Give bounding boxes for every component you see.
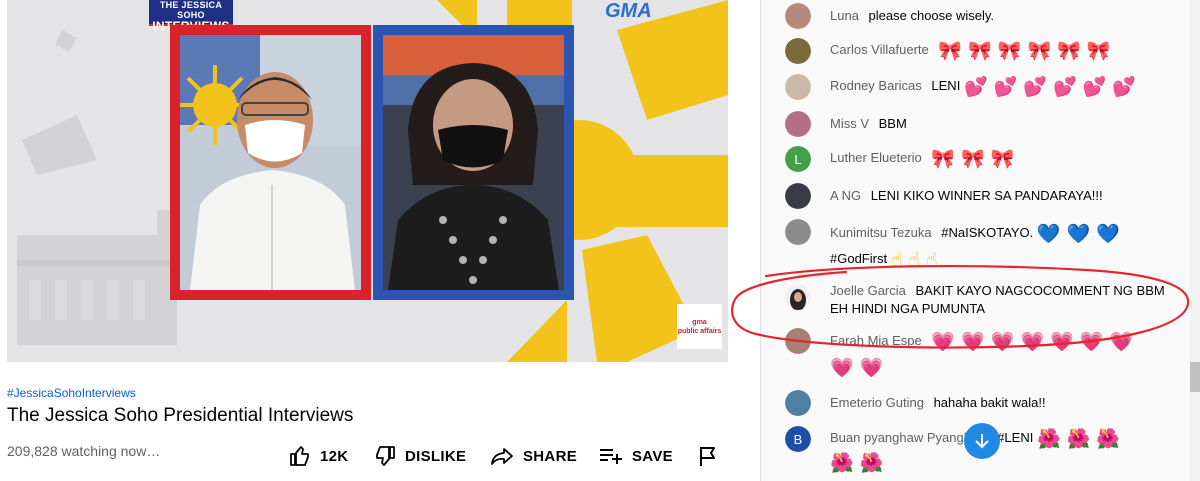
chat-message-text: Luna please choose wisely.	[830, 6, 1180, 26]
chat-message-text: Miss V BBM	[830, 114, 1180, 134]
youtube-live-page: THE JESSICA SOHO INTERVIEWS GMA	[0, 0, 1200, 481]
show-logo-line1: THE JESSICA SOHO	[159, 0, 223, 20]
chat-body: hahaha bakit wala!!	[933, 395, 1046, 410]
chat-body: #NaISKOTAYO.	[941, 225, 1034, 240]
chat-scrollbar-thumb[interactable]	[1190, 362, 1200, 392]
hibiscus-emoji: 🌺 🌺	[830, 451, 884, 474]
chat-message-text: Buan pyanghaw Pyanghaw #LENI 🌺 🌺 🌺 🌺 🌺	[830, 426, 1180, 474]
live-chat-panel[interactable]: Luna please choose wisely. Carlos Villaf…	[760, 0, 1200, 481]
svg-text:B: B	[794, 432, 803, 447]
chat-author[interactable]: Emeterio Guting	[830, 395, 924, 410]
dislike-label: DISLIKE	[405, 447, 467, 465]
thumbs-up-icon	[290, 446, 309, 466]
avatar[interactable]	[785, 390, 811, 416]
chat-message: Kunimitsu Tezuka #NaISKOTAYO. 💙 💙 💙 #God…	[761, 219, 1181, 270]
left-interviewee-image	[180, 35, 361, 290]
avatar[interactable]	[785, 219, 811, 245]
hibiscus-emoji: 🌺 🌺 🌺	[1036, 427, 1121, 450]
gma-logo: GMA	[605, 0, 652, 22]
avatar[interactable]	[785, 3, 811, 29]
chat-author[interactable]: Carlos Villafuerte	[830, 42, 929, 57]
avatar[interactable]	[785, 284, 811, 310]
left-interviewee-frame	[170, 25, 371, 300]
chat-message-text: Joelle Garcia BAKIT KAYO NAGCOCOMMENT NG…	[830, 282, 1180, 318]
right-interviewer-frame	[373, 25, 574, 300]
chat-message: Carlos Villafuerte 🎀 🎀 🎀 🎀 🎀 🎀	[761, 38, 1181, 64]
video-player[interactable]: THE JESSICA SOHO INTERVIEWS GMA	[7, 0, 728, 362]
chat-message-text: A NG LENI KIKO WINNER SA PANDARAYA!!!	[830, 186, 1180, 206]
chat-body: LENI	[931, 78, 961, 93]
chat-message: A NG LENI KIKO WINNER SA PANDARAYA!!!	[761, 183, 1181, 209]
avatar[interactable]	[785, 74, 811, 100]
ribbon-emoji: 🎀 🎀 🎀	[931, 147, 1015, 170]
share-label: SHARE	[523, 447, 578, 465]
chat-body: please choose wisely.	[868, 8, 995, 23]
pointing-up-emoji: ☝ ☝ ☝	[890, 248, 938, 271]
two-hearts-emoji: 💕 💕 💕 💕 💕 💕	[963, 75, 1137, 98]
report-button[interactable]	[697, 441, 727, 471]
chat-message: Rodney Baricas LENI 💕 💕 💕 💕 💕 💕	[761, 74, 1181, 100]
chat-message-text: Luther Elueterio 🎀 🎀 🎀	[830, 148, 1180, 169]
playlist-add-icon	[600, 449, 622, 464]
chat-body: #LENI	[997, 430, 1034, 445]
chat-message: Luna please choose wisely.	[761, 3, 1181, 29]
badge-line1: gma	[692, 319, 707, 326]
share-button[interactable]: SHARE	[489, 441, 577, 471]
like-count: 12K	[320, 447, 349, 465]
chat-author[interactable]: Miss V	[830, 116, 869, 131]
chat-author[interactable]: Luna	[830, 8, 859, 23]
chat-author[interactable]: Farah Mia Espe	[830, 333, 922, 348]
chat-body-line2: #GodFirst	[830, 251, 888, 266]
chat-message-text: Rodney Baricas LENI 💕 💕 💕 💕 💕 💕	[830, 76, 1180, 97]
chat-body: BBM	[878, 116, 907, 131]
right-interviewer-image	[383, 35, 564, 290]
chat-author[interactable]: Kunimitsu Tezuka	[830, 225, 932, 240]
chat-message-text: Carlos Villafuerte 🎀 🎀 🎀 🎀 🎀 🎀	[830, 40, 1180, 61]
avatar[interactable]	[785, 38, 811, 64]
share-arrow-icon	[491, 448, 513, 465]
dislike-button[interactable]: DISLIKE	[373, 441, 466, 471]
chat-message: Farah Mia Espe 💗 💗 💗 💗 💗 💗 💗 💗 💗	[761, 328, 1181, 378]
chat-author[interactable]: Joelle Garcia	[830, 283, 906, 298]
chat-author[interactable]: A NG	[830, 188, 861, 203]
public-affairs-badge: gma public affairs	[677, 304, 722, 349]
avatar[interactable]	[785, 111, 811, 137]
save-label: SAVE	[632, 447, 673, 465]
video-title: The Jessica Soho Presidential Interviews	[7, 405, 354, 426]
flag-icon	[700, 447, 715, 466]
chat-message: Miss V BBM	[761, 111, 1181, 137]
growing-heart-emoji: 💗 💗 💗 💗 💗 💗 💗	[931, 330, 1134, 353]
save-button[interactable]: SAVE	[598, 441, 673, 471]
badge-line2: public affairs	[677, 328, 722, 335]
growing-heart-emoji: 💗 💗	[830, 356, 884, 379]
chat-author[interactable]: Rodney Baricas	[830, 78, 922, 93]
chat-scrollbar-track[interactable]	[1190, 0, 1200, 481]
avatar[interactable]	[785, 328, 811, 354]
like-button[interactable]: 12K	[288, 441, 348, 471]
avatar[interactable]: L	[785, 146, 811, 172]
avatar[interactable]: B	[785, 426, 811, 452]
chat-message: L Luther Elueterio 🎀 🎀 🎀	[761, 146, 1181, 172]
thumbs-down-icon	[376, 446, 395, 466]
svg-text:L: L	[794, 152, 801, 167]
chat-author[interactable]: Luther Elueterio	[830, 150, 922, 165]
chat-message-text: Emeterio Guting hahaha bakit wala!!	[830, 393, 1180, 413]
arrow-down-icon	[975, 434, 989, 449]
chat-body: LENI KIKO WINNER SA PANDARAYA!!!	[870, 188, 1103, 203]
view-count: 209,828 watching now…	[7, 443, 161, 459]
chat-message-text: Kunimitsu Tezuka #NaISKOTAYO. 💙 💙 💙 #God…	[830, 220, 1180, 272]
avatar[interactable]	[785, 183, 811, 209]
hashtag-link[interactable]: #JessicaSohoInterviews	[7, 386, 136, 400]
scroll-to-bottom-button[interactable]	[964, 423, 1000, 459]
chat-message-highlighted: Joelle Garcia BAKIT KAYO NAGCOCOMMENT NG…	[761, 282, 1181, 322]
ribbon-emoji: 🎀 🎀 🎀 🎀 🎀 🎀	[938, 39, 1111, 62]
blue-heart-emoji: 💙 💙 💙	[1036, 222, 1120, 245]
chat-message-text: Farah Mia Espe 💗 💗 💗 💗 💗 💗 💗 💗 💗	[830, 328, 1180, 380]
show-logo: THE JESSICA SOHO INTERVIEWS	[149, 0, 233, 33]
chat-message: Emeterio Guting hahaha bakit wala!!	[761, 390, 1181, 416]
